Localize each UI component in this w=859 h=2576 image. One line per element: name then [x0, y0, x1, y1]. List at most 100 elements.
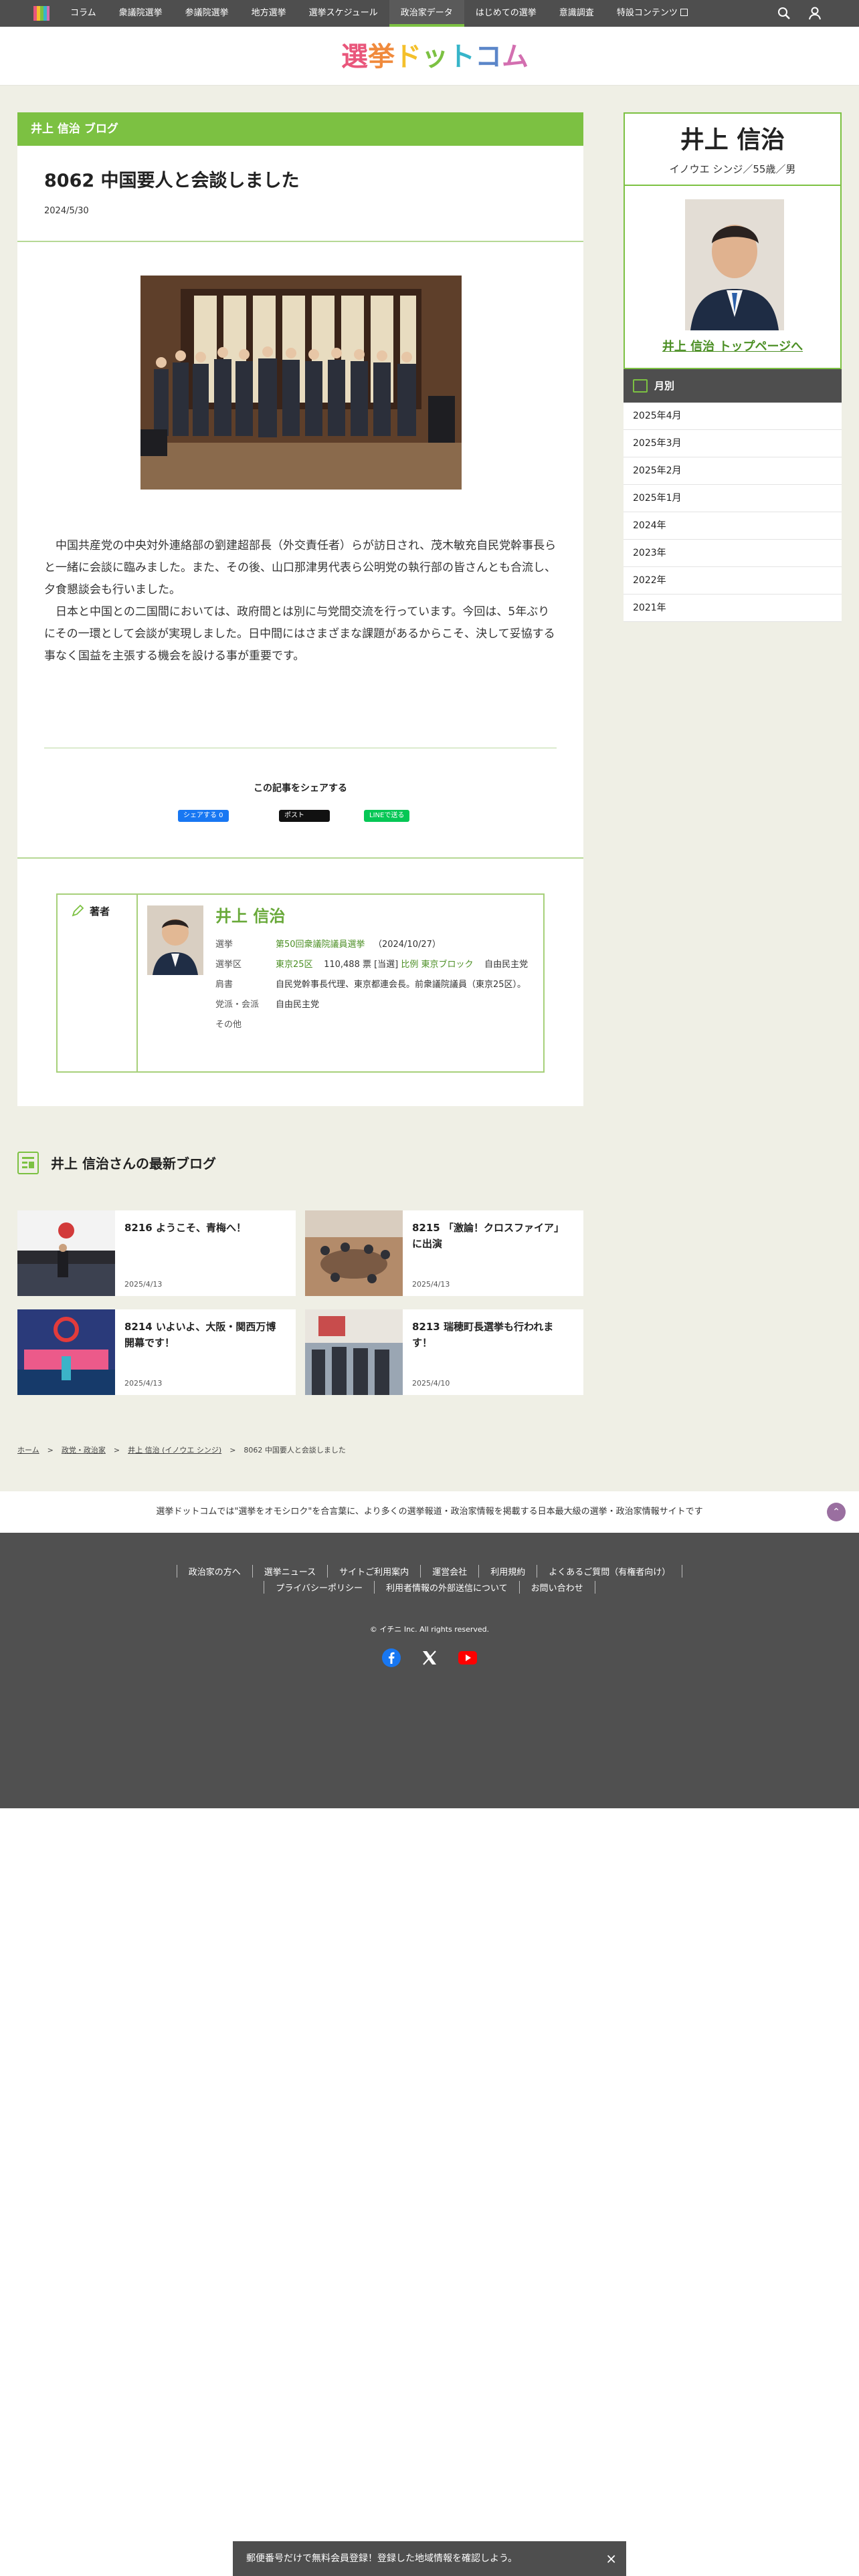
- search-icon[interactable]: [776, 5, 792, 21]
- scroll-to-top-button[interactable]: ⌃: [827, 1503, 846, 1521]
- facebook-share-label: シェアする 0: [183, 812, 223, 819]
- monthly-archive-list: 2025年4月 2025年3月 2025年2月 2025年1月 2024年 20…: [624, 403, 842, 622]
- nav-item-column[interactable]: コラム: [59, 0, 108, 27]
- author-photo: [147, 905, 203, 975]
- nav-item-shugiin[interactable]: 衆議院選挙: [108, 0, 174, 27]
- post-thumbnail: [305, 1210, 403, 1296]
- blog-list-icon: [17, 1152, 39, 1174]
- election-link[interactable]: 第50回衆議院議員選挙: [276, 940, 365, 950]
- footer-link[interactable]: 利用者情報の外部送信について: [374, 1581, 519, 1594]
- breadcrumb-current: 8062 中国要人と会談しました: [244, 1446, 346, 1455]
- other-key: その他: [215, 1020, 242, 1030]
- nav-item-survey[interactable]: 意識調査: [548, 0, 605, 27]
- district-key: 選挙区: [215, 960, 242, 970]
- blog-post-card[interactable]: 8213 瑞穂町長選挙も行われます！ 2025/4/10: [305, 1309, 583, 1395]
- title-key: 肩書: [215, 980, 233, 990]
- blog-post-card[interactable]: 8216 ようこそ、青梅へ！ 2025/4/13: [17, 1210, 296, 1296]
- footer-link[interactable]: プライバシーポリシー: [264, 1581, 374, 1594]
- nav-item-local[interactable]: 地方選挙: [240, 0, 298, 27]
- footer-link[interactable]: サイトご利用案内: [327, 1565, 420, 1578]
- other-value: [276, 1015, 530, 1035]
- breadcrumb-separator: >: [113, 1446, 120, 1455]
- nav-item-schedule[interactable]: 選挙スケジュール: [298, 0, 389, 27]
- footer-link[interactable]: 運営会社: [420, 1565, 478, 1578]
- latest-blog-title: 井上 信治さんの最新ブログ: [51, 1156, 216, 1172]
- author-name[interactable]: 井上 信治: [215, 903, 285, 926]
- archive-item[interactable]: 2025年3月: [624, 430, 842, 457]
- archive-item[interactable]: 2021年: [624, 595, 842, 622]
- line-send-button[interactable]: LINEで送る: [364, 810, 410, 822]
- breadcrumb-home[interactable]: ホーム: [17, 1446, 39, 1455]
- nav-item-politician-data[interactable]: 政治家データ: [389, 0, 464, 27]
- title-value: 自民党幹事長代理、東京都連会長。前衆議院議員（東京25区）。: [276, 980, 527, 990]
- article-paragraph: 中国共産党の中央対外連絡部の劉建超部長（外交責任者）らが訪日され、茂木敏充自民党…: [44, 539, 557, 597]
- divider: [17, 241, 583, 242]
- post-thumbnail: [17, 1210, 115, 1296]
- divider: [17, 857, 583, 859]
- blog-post-card[interactable]: 8215 「激論！クロスファイア」に出演 2025/4/13: [305, 1210, 583, 1296]
- footer-link[interactable]: よくあるご質問（有権者向け）: [537, 1565, 683, 1578]
- user-icon[interactable]: [807, 5, 823, 21]
- brand-char: ッ: [421, 41, 448, 72]
- line-send-label: LINEで送る: [369, 812, 405, 819]
- brand-logo[interactable]: 選 挙 ド ッ ト コ ム: [341, 41, 529, 72]
- politician-top-link[interactable]: 井上 信治 トップページへ: [625, 337, 840, 354]
- election-key: 選挙: [215, 940, 233, 950]
- post-date: 2025/4/10: [412, 1379, 450, 1388]
- facebook-icon[interactable]: [381, 1648, 401, 1668]
- profile-photo[interactable]: [685, 199, 784, 330]
- copyright: © イチニ Inc. All rights reserved.: [369, 1625, 490, 1634]
- brand-char: ト: [448, 41, 475, 72]
- close-icon[interactable]: ×: [605, 2541, 617, 2576]
- author-box: 著者 井上 信治 選挙 第50回衆議院議員選挙 （2024/10/27） 選挙区…: [56, 893, 545, 1073]
- article-title: 8062 中国要人と会談しました: [44, 171, 300, 191]
- pencil-icon: [72, 904, 84, 917]
- breadcrumb-separator: >: [229, 1446, 236, 1455]
- archive-item[interactable]: 2025年2月: [624, 457, 842, 485]
- nav-item-first-election[interactable]: はじめての選挙: [464, 0, 548, 27]
- archive-item[interactable]: 2023年: [624, 540, 842, 567]
- breadcrumb-politician[interactable]: 井上 信治 (イノウエ シンジ): [128, 1446, 221, 1455]
- district-link[interactable]: 東京25区: [276, 960, 313, 970]
- x-icon[interactable]: [419, 1648, 440, 1668]
- facebook-share-button[interactable]: シェアする 0: [178, 810, 229, 822]
- site-logo-icon[interactable]: [33, 6, 50, 21]
- blog-section-label: 井上 信治 ブログ: [17, 112, 583, 146]
- monthly-header: 月別: [624, 369, 842, 403]
- x-post-button[interactable]: ポスト: [279, 810, 330, 822]
- footer-link[interactable]: 政治家の方へ: [176, 1565, 252, 1578]
- top-nav: コラム 衆議院選挙 参議院選挙 地方選挙 選挙スケジュール 政治家データ はじめ…: [0, 0, 859, 27]
- breadcrumb: ホーム > 政党・政治家 > 井上 信治 (イノウエ シンジ) >8062 中国要人と会談…: [17, 1444, 346, 1455]
- brand-char: コ: [475, 41, 502, 72]
- archive-item[interactable]: 2025年4月: [624, 403, 842, 430]
- sidebar-name: 井上 信治: [680, 126, 785, 154]
- footer-links-row: 政治家の方へ 選挙ニュース サイトご利用案内 運営会社 利用規約 よくあるご質問（有権者向…: [0, 1565, 859, 1578]
- archive-item[interactable]: 2024年: [624, 512, 842, 540]
- youtube-icon[interactable]: [458, 1648, 478, 1668]
- site-header: 選 挙 ド ッ ト コ ム: [0, 27, 859, 86]
- article-date: 2024/5/30: [44, 206, 89, 216]
- footer-link[interactable]: 選挙ニュース: [252, 1565, 327, 1578]
- archive-item[interactable]: 2025年1月: [624, 485, 842, 512]
- nav-item-special[interactable]: 特設コンテンツ: [605, 0, 699, 27]
- sidebar: 井上 信治 イノウエ シンジ／55歳／男 井上 信治 トップページへ 月別 20…: [624, 112, 842, 622]
- post-thumbnail: [305, 1309, 403, 1395]
- site-tagline: 選挙ドットコムでは"選挙をオモシロク"を合言葉に、より多くの選挙報道・政治家情報…: [0, 1491, 859, 1533]
- brand-char: ム: [502, 41, 529, 72]
- party-value: 自由民主党: [276, 1000, 320, 1010]
- nav-item-sangiin[interactable]: 参議院選挙: [174, 0, 240, 27]
- article-card: 井上 信治 ブログ 8062 中国要人と会談しました 2024/5/30 中国共…: [17, 112, 583, 1106]
- breadcrumb-separator: >: [47, 1446, 54, 1455]
- calendar-icon: [633, 379, 648, 393]
- district-block-link[interactable]: 比例 東京ブロック: [401, 960, 473, 970]
- archive-item[interactable]: 2022年: [624, 567, 842, 595]
- signup-banner[interactable]: 郵便番号だけで無料会員登録！登録した地域情報を確認しよう。 ×: [233, 2541, 626, 2576]
- footer-link[interactable]: お問い合わせ: [518, 1581, 595, 1594]
- post-title: 8213 瑞穂町長選挙も行われます！: [412, 1321, 554, 1349]
- divider: [625, 185, 840, 186]
- blog-post-card[interactable]: 8214 いよいよ、大阪・関西万博開幕です！ 2025/4/13: [17, 1309, 296, 1395]
- author-details: 選挙 第50回衆議院議員選挙 （2024/10/27） 選挙区 東京25区 11…: [215, 935, 530, 1035]
- breadcrumb-politics[interactable]: 政党・政治家: [62, 1446, 106, 1455]
- footer-link[interactable]: 利用規約: [478, 1565, 537, 1578]
- article-paragraph: 日本と中国との二国間においては、政府間とは別に与党間交流を行っています。今回は、…: [44, 605, 555, 663]
